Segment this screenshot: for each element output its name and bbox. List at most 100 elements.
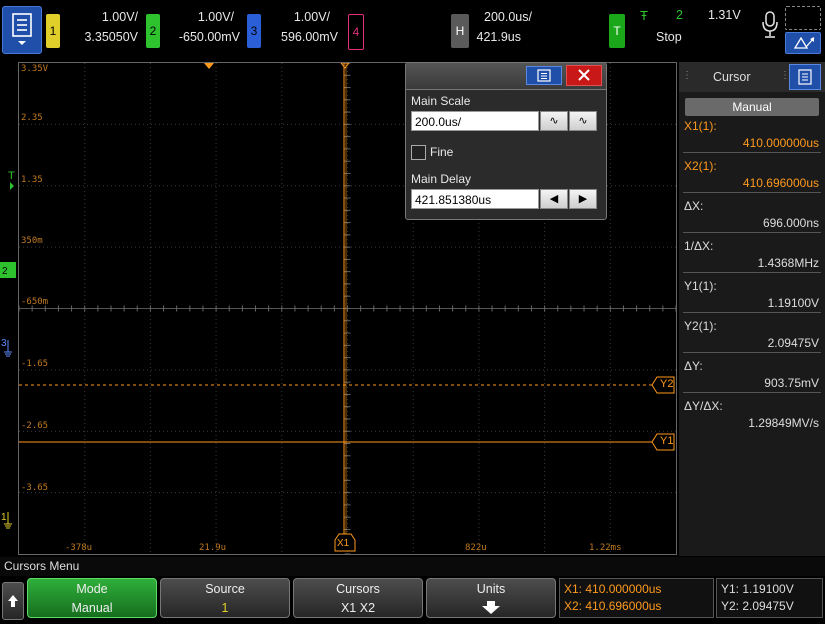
delay-left-button[interactable]: ◀ <box>540 189 568 209</box>
trigger-badge[interactable]: T <box>609 14 625 48</box>
divider <box>683 152 821 153</box>
readout-x2: X2: 410.696000us <box>564 599 662 613</box>
y-label-3: 1.35 <box>21 175 43 185</box>
cursor-mode-indicator: Manual <box>685 98 819 116</box>
top-status-bar: 1 1.00V/ 3.35050V 2 1.00V/ -650.00mV 3 1… <box>0 0 825 60</box>
main-scale-coarse-button[interactable]: ∿ <box>540 111 568 131</box>
close-icon <box>578 69 590 81</box>
horizontal-delay[interactable]: 421.9us <box>451 28 521 47</box>
channel-3-scale[interactable]: 1.00V/ <box>258 8 330 27</box>
y-label-2: 2.35 <box>21 113 43 123</box>
dialog-menu-button[interactable] <box>526 66 562 85</box>
delta-cursor-icon <box>793 36 815 49</box>
channel-4-badge[interactable]: 4 <box>348 14 364 50</box>
channel-2-offset[interactable]: -650.00mV <box>168 28 240 47</box>
readout-y1: Y1: 1.19100V <box>721 582 794 596</box>
horizontal-settings-dialog: Main Scale 200.0us/ ∿ ∿ Fine Main Delay … <box>405 62 607 220</box>
x1-value: 410.000000us <box>742 136 819 150</box>
panel-menu-button[interactable] <box>789 64 821 90</box>
divider <box>683 232 821 233</box>
main-scale-field[interactable]: 200.0us/ <box>411 111 539 131</box>
y2-cursor-marker[interactable]: Y2 <box>651 376 675 394</box>
x2-label: X2(1): <box>684 159 717 173</box>
divider <box>683 352 821 353</box>
y2-marker-label: Y2 <box>660 378 674 390</box>
y-label-5: -650m <box>21 297 49 307</box>
y1-marker-label: Y1 <box>660 435 674 447</box>
trigger-source[interactable]: 2 <box>676 8 683 22</box>
y1-value: 1.19100V <box>767 296 819 310</box>
softkey-cursors-value: X1 X2 <box>340 601 376 615</box>
softkey-units-title: Units <box>476 582 506 596</box>
cursor-panel-title: Cursor <box>713 70 751 84</box>
dialog-titlebar[interactable] <box>406 63 606 90</box>
readout-y2: Y2: 2.09475V <box>721 599 794 613</box>
softkey-mode-value: Manual <box>71 601 113 615</box>
menu-icon <box>12 13 32 45</box>
trigger-level-marker: T <box>8 170 15 182</box>
channel-1-scale[interactable]: 1.00V/ <box>66 8 138 27</box>
y-label-1: 3.35V <box>21 64 49 74</box>
divider <box>683 192 821 193</box>
softkey-menu-title: Cursors Menu <box>0 557 825 576</box>
down-arrow-icon <box>427 599 555 617</box>
x-label-4: 822u <box>465 543 487 553</box>
channel-2-badge[interactable]: 2 <box>146 14 160 48</box>
svg-text:2: 2 <box>2 266 8 277</box>
delta-y-label: ΔY: <box>684 359 703 373</box>
main-scale-label: Main Scale <box>411 94 471 108</box>
fine-checkbox[interactable] <box>411 145 426 160</box>
delay-right-button[interactable]: ▶ <box>569 189 597 209</box>
softkey-mode-title: Mode <box>76 582 108 596</box>
inverse-delta-x-label: 1/ΔX: <box>684 239 714 253</box>
cursor-values-list: X1(1): 410.000000us X2(1): 410.696000us … <box>679 118 825 432</box>
run-status: Stop <box>656 30 682 44</box>
x2-value: 410.696000us <box>742 176 819 190</box>
softkey-mode[interactable]: Mode Manual <box>27 578 157 618</box>
channel-3-offset[interactable]: 596.00mV <box>266 28 338 47</box>
delta-x-label: ΔX: <box>684 199 704 213</box>
inverse-delta-x-value: 1.4368MHz <box>757 256 819 270</box>
x1-marker-label: X1 <box>337 538 350 549</box>
channel-1-badge[interactable]: 1 <box>46 14 60 48</box>
touch-toggle-button[interactable] <box>785 32 821 54</box>
channel-3-ground-marker: 3 <box>1 338 7 349</box>
dialog-close-button[interactable] <box>566 65 602 86</box>
y-cursor-readout: Y1: 1.19100V Y2: 2.09475V <box>716 578 823 618</box>
x-label-1: -378u <box>65 543 93 553</box>
y-label-7: -2.65 <box>21 421 49 431</box>
channel-2-number: 2 <box>149 24 157 38</box>
horizontal-scale[interactable]: 200.0us/ <box>462 8 532 27</box>
channel-4-number: 4 <box>352 25 360 39</box>
readout-x1: X1: 410.000000us <box>564 582 662 596</box>
main-delay-field[interactable]: 421.851380us <box>411 189 539 209</box>
softkey-source[interactable]: Source 1 <box>160 578 290 618</box>
back-button[interactable] <box>2 582 24 620</box>
menu-icon <box>798 69 812 85</box>
zoom-select-icon[interactable] <box>785 6 821 30</box>
x1-label: X1(1): <box>684 119 717 133</box>
softkey-cursors[interactable]: Cursors X1 X2 <box>293 578 423 618</box>
softkey-cursors-title: Cursors <box>336 582 380 596</box>
x1-cursor-marker[interactable]: X1 <box>334 532 356 552</box>
trigger-edge-icon: Ŧ <box>640 8 648 23</box>
main-delay-label: Main Delay <box>411 172 472 186</box>
cursor-results-panel: ⋮ Cursor ⋮ Manual X1(1): 410.000000us X2… <box>679 62 825 556</box>
y1-cursor-marker[interactable]: Y1 <box>651 433 675 451</box>
channel-1-number: 1 <box>49 24 57 38</box>
channel-2-scale[interactable]: 1.00V/ <box>162 8 234 27</box>
x-cursor-readout: X1: 410.000000us X2: 410.696000us <box>559 578 714 618</box>
main-scale-fine-button[interactable]: ∿ <box>569 111 597 131</box>
trigger-level[interactable]: 1.31V <box>708 8 741 22</box>
main-menu-button[interactable] <box>2 6 42 54</box>
softkey-source-value: 1 <box>221 601 229 615</box>
cursor-panel-header: ⋮ Cursor ⋮ <box>679 62 825 92</box>
channel-1-ground-marker: 1 <box>1 512 7 523</box>
microphone-icon[interactable] <box>760 10 780 40</box>
softkey-units[interactable]: Units <box>426 578 556 618</box>
y2-label: Y2(1): <box>684 319 717 333</box>
y-label-4: 350m <box>21 236 43 246</box>
drag-handle-icon[interactable]: ⋮ <box>682 70 692 81</box>
divider <box>683 312 821 313</box>
channel-1-offset[interactable]: 3.35050V <box>66 28 138 47</box>
